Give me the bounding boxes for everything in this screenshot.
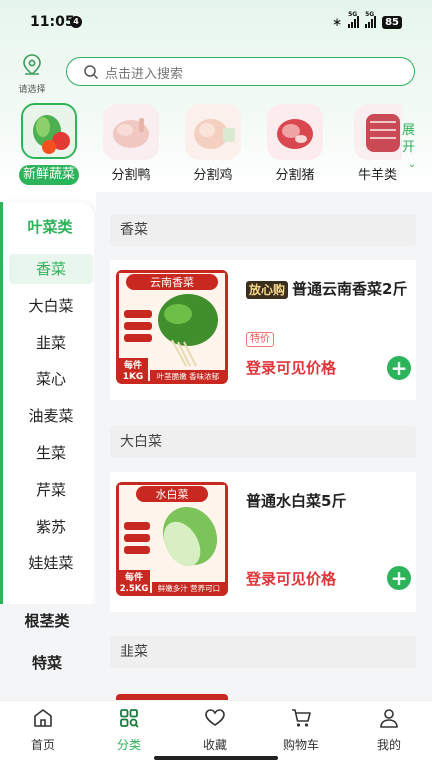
home-icon xyxy=(34,709,52,727)
search-placeholder: 点击进入搜索 xyxy=(105,67,184,82)
category-label: 分割鸡 xyxy=(193,168,233,183)
sidebar-item-lettuce-stem[interactable]: 油麦菜 xyxy=(9,401,93,431)
tab-favorites[interactable]: 收藏 xyxy=(172,707,258,753)
product-image-title: 云南香菜 xyxy=(150,276,194,289)
category-icon xyxy=(120,709,139,728)
home-indicator xyxy=(154,756,278,760)
tab-label: 购物车 xyxy=(282,738,319,752)
sidebar-item-leek[interactable]: 韭菜 xyxy=(9,328,93,358)
category-image xyxy=(103,104,159,160)
tab-label: 我的 xyxy=(376,738,401,752)
status-bar: 11:05 4 ∗ 5G 5G 85 xyxy=(0,0,432,46)
sidebar-item-baby-cabbage[interactable]: 娃娃菜 xyxy=(9,548,93,578)
tab-label: 首页 xyxy=(30,738,55,752)
product-title: 普通水白菜5斤 xyxy=(246,490,410,512)
cart-icon xyxy=(292,709,311,727)
tab-label: 收藏 xyxy=(202,738,227,752)
category-label: 牛羊类 xyxy=(358,168,398,183)
category-strip: 新鲜蔬菜 分割鸭 分割鸡 分割猪 牛羊类 展开 ⌄ xyxy=(0,100,432,190)
sidebar-item-lettuce[interactable]: 生菜 xyxy=(9,438,93,468)
product-name: 普通水白菜5斤 xyxy=(246,492,347,510)
product-title: 放心购 普通云南香菜2斤 xyxy=(246,278,410,300)
add-to-cart-button[interactable]: + xyxy=(387,356,411,380)
category-beef-mutton[interactable]: 牛羊类 xyxy=(340,100,402,186)
user-icon xyxy=(380,709,398,728)
product-image-unit: 每件 xyxy=(125,571,143,583)
product-card[interactable]: 水白菜 每件 2.5KG 鲜嫩多汁 营养可口 普通水白菜5斤 登录可见价格 + xyxy=(110,472,416,612)
sidebar-item-chinese-cabbage[interactable]: 大白菜 xyxy=(9,291,93,321)
expand-categories-button[interactable]: 展开 ⌄ xyxy=(402,122,422,173)
category-label: 新鲜蔬菜 xyxy=(18,165,79,185)
category-image xyxy=(21,103,77,159)
product-price[interactable]: 登录可见价格 xyxy=(246,568,336,589)
special-price-tag: 特价 xyxy=(246,332,274,347)
category-duck[interactable]: 分割鸭 xyxy=(96,100,166,186)
tab-cart[interactable]: 购物车 xyxy=(258,707,344,753)
product-badge: 放心购 xyxy=(246,281,289,299)
product-price[interactable]: 登录可见价格 xyxy=(246,357,336,378)
signal-label: 5G xyxy=(348,11,358,18)
sidebar-item-celery[interactable]: 芹菜 xyxy=(9,475,93,505)
sidebar-group-special[interactable]: 特菜 xyxy=(0,652,94,673)
category-image xyxy=(267,104,323,160)
product-image-slogan: 叶茎脆嫩 香味浓郁 xyxy=(157,371,220,381)
product-image-slogan: 鲜嫩多汁 营养可口 xyxy=(158,583,220,593)
tab-label: 分类 xyxy=(116,738,141,752)
notification-badge: 4 xyxy=(70,16,82,28)
section-header: 香菜 xyxy=(110,214,416,246)
sidebar-item-choy-sum[interactable]: 菜心 xyxy=(9,364,93,394)
status-icons: ∗ 5G 5G 85 xyxy=(332,11,402,29)
signal-icon: 5G xyxy=(348,11,360,28)
product-card[interactable]: 云南香菜 每件 1KG 叶茎脆嫩 香味浓郁 放心购 普通云南香菜2斤 特价 登录可… xyxy=(110,260,416,400)
category-sidebar: 叶菜类 香菜 大白菜 韭菜 菜心 油麦菜 生菜 芹菜 紫苏 娃娃菜 根茎类 特菜 xyxy=(0,192,96,700)
heart-icon xyxy=(205,709,225,726)
sidebar-item-coriander[interactable]: 香菜 xyxy=(9,254,93,284)
location-label: 请选择 xyxy=(18,85,46,95)
location-selector[interactable]: 请选择 xyxy=(14,54,50,95)
status-time: 11:05 xyxy=(30,14,75,30)
sidebar-group-root[interactable]: 根茎类 xyxy=(0,610,94,631)
product-image: 云南香菜 每件 1KG 叶茎脆嫩 香味浓郁 xyxy=(116,270,228,384)
search-icon xyxy=(84,65,99,80)
category-image xyxy=(185,104,241,160)
sidebar-group-leafy[interactable]: 叶菜类 xyxy=(3,216,96,237)
tab-category[interactable]: 分类 xyxy=(86,707,172,753)
signal-icon: 5G xyxy=(365,11,377,28)
product-image: 水白菜 每件 2.5KG 鲜嫩多汁 营养可口 xyxy=(116,482,228,596)
section-header: 韭菜 xyxy=(110,636,416,668)
product-name: 普通云南香菜2斤 xyxy=(292,280,408,298)
tab-home[interactable]: 首页 xyxy=(0,707,86,753)
location-pin-icon xyxy=(23,54,41,76)
category-chicken[interactable]: 分割鸡 xyxy=(178,100,248,186)
tab-profile[interactable]: 我的 xyxy=(346,707,432,753)
category-pork[interactable]: 分割猪 xyxy=(260,100,330,186)
section-header: 大白菜 xyxy=(110,426,416,458)
product-list: 香菜 云南香菜 每件 1KG 叶茎脆嫩 香味浓郁 放心购 普通云南香菜2斤 特价… xyxy=(96,192,432,700)
bluetooth-icon: ∗ xyxy=(332,15,343,29)
product-image-weight: 2.5KG xyxy=(120,584,149,594)
product-image-unit: 每件 xyxy=(124,359,142,371)
sidebar-item-perilla[interactable]: 紫苏 xyxy=(9,512,93,542)
category-label: 分割鸭 xyxy=(111,168,151,183)
expand-label: 展开 xyxy=(402,123,416,155)
category-label: 分割猪 xyxy=(275,168,315,183)
battery-icon: 85 xyxy=(382,15,402,29)
category-fresh-vegetables[interactable]: 新鲜蔬菜 xyxy=(14,100,84,185)
product-image-weight: 1KG xyxy=(123,372,144,382)
sidebar-other-groups: 根茎类 特菜 xyxy=(0,604,96,700)
chevron-down-icon: ⌄ xyxy=(407,159,417,170)
sidebar-active-group-panel: 叶菜类 香菜 大白菜 韭菜 菜心 油麦菜 生菜 芹菜 紫苏 娃娃菜 xyxy=(0,202,94,610)
category-image xyxy=(354,104,402,160)
search-bar[interactable]: 点击进入搜索 xyxy=(66,57,415,86)
add-to-cart-button[interactable]: + xyxy=(387,566,411,590)
signal-label: 5G xyxy=(365,11,375,18)
product-image-title: 水白菜 xyxy=(156,487,189,501)
